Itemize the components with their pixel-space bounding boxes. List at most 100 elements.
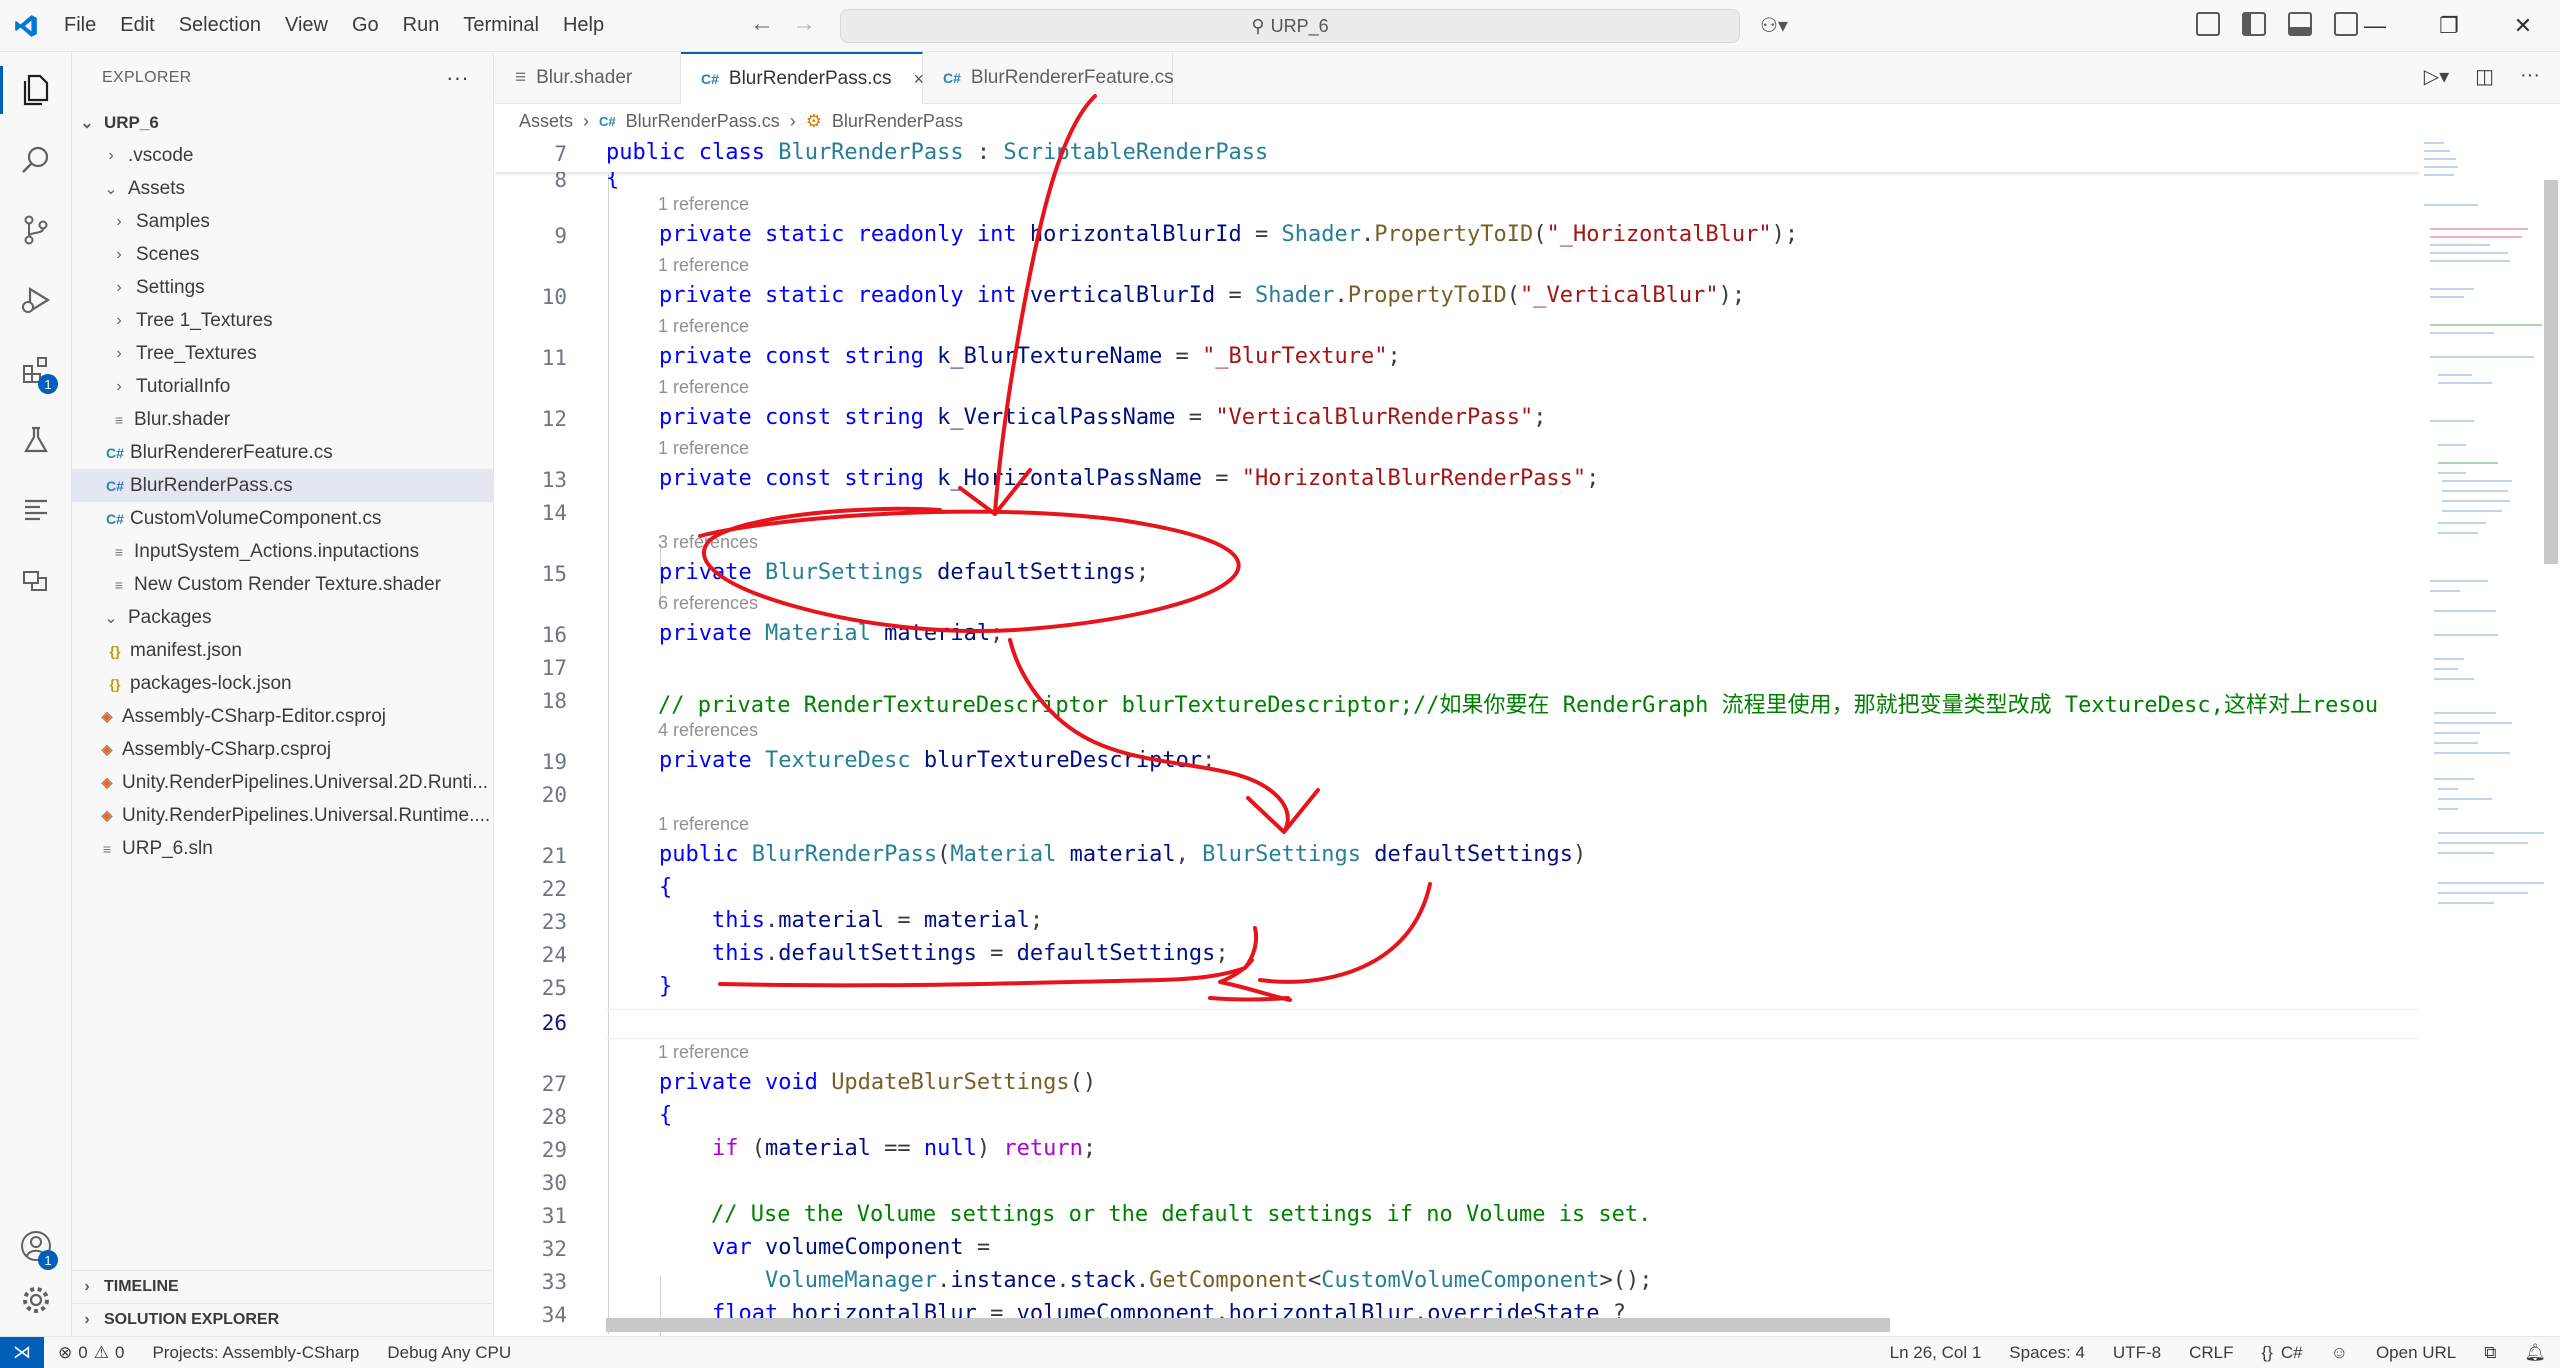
codelens-references[interactable]: 1 reference (658, 316, 749, 337)
code-editor[interactable]: 8 { 1 reference 9 private static readonl… (495, 138, 2420, 1336)
tree-item-tree-textures[interactable]: › Tree_Textures (72, 337, 494, 370)
code-line: { (658, 875, 673, 900)
timeline-section[interactable]: › TIMELINE (72, 1270, 494, 1303)
tree-item-custom-render-texture[interactable]: ≡ New Custom Render Texture.shader (72, 568, 494, 601)
eol-status[interactable]: CRLF (2175, 1343, 2247, 1363)
minimap-line (2438, 852, 2494, 854)
copilot-icon[interactable]: ⚇▾ (1760, 13, 1788, 38)
tree-item-assets[interactable]: ⌄ Assets (72, 172, 494, 205)
run-debug-icon[interactable] (0, 266, 72, 334)
customize-layout-icon[interactable] (2196, 12, 2220, 36)
explorer-icon[interactable] (0, 56, 72, 124)
minimap-line (2430, 244, 2490, 246)
tree-item-samples[interactable]: › Samples (72, 205, 494, 238)
debug-config-status[interactable]: Debug Any CPU (373, 1343, 525, 1363)
tree-item-urp-runtime[interactable]: ◈ Unity.RenderPipelines.Universal.Runtim… (72, 799, 494, 832)
copilot-status-icon[interactable]: ☺ (2317, 1343, 2362, 1363)
projects-status[interactable]: Projects: Assembly-CSharp (138, 1343, 373, 1363)
tree-item-packages[interactable]: ⌄ Packages (72, 601, 494, 634)
workspace-root[interactable]: ⌄ URP_6 (72, 106, 494, 139)
feedback-icon[interactable]: ⧉ (2470, 1343, 2510, 1363)
tree-item-urp-2d-runtime[interactable]: ◈ Unity.RenderPipelines.Universal.2D.Run… (72, 766, 494, 799)
codelens-references[interactable]: 1 reference (658, 194, 749, 215)
split-editor-icon[interactable]: ◫ (2475, 64, 2494, 89)
breadcrumb-class[interactable]: BlurRenderPass (832, 111, 963, 132)
tree-item-customvolumecomponent[interactable]: C# CustomVolumeComponent.cs (72, 502, 494, 535)
chevron-right-icon: › (116, 377, 122, 395)
remote-indicator-icon[interactable]: ⋊ (0, 1336, 44, 1368)
menu-edit[interactable]: Edit (108, 14, 166, 37)
menu-terminal[interactable]: Terminal (451, 14, 551, 37)
toggle-panel-icon[interactable] (2288, 12, 2312, 36)
tree-item-tutorialinfo[interactable]: › TutorialInfo (72, 370, 494, 403)
tree-item-blurrenderpass[interactable]: C# BlurRenderPass.cs (72, 469, 494, 502)
sticky-scroll-header[interactable]: 7 public class BlurRenderPass : Scriptab… (495, 138, 2420, 172)
tree-item-packages-lock[interactable]: {} packages-lock.json (72, 667, 494, 700)
line-number: 31 (541, 1204, 567, 1228)
indentation-status[interactable]: Spaces: 4 (1995, 1343, 2099, 1363)
title-bar: File Edit Selection View Go Run Terminal… (0, 0, 2560, 52)
menu-selection[interactable]: Selection (167, 14, 273, 37)
codelens-references[interactable]: 1 reference (658, 255, 749, 276)
tree-item-csproj-editor[interactable]: ◈ Assembly-CSharp-Editor.csproj (72, 700, 494, 733)
restore-icon[interactable]: ❐ (2412, 0, 2486, 52)
codelens-references[interactable]: 4 references (658, 720, 758, 741)
navigation-arrows: ← → (750, 10, 816, 38)
more-actions-button[interactable]: ··· (446, 65, 469, 91)
menu-view[interactable]: View (273, 14, 340, 37)
tab-blurrendererfeature[interactable]: C# BlurRendererFeature.cs (923, 52, 1174, 104)
extensions-icon[interactable]: 1 (0, 336, 72, 404)
breadcrumb-file[interactable]: BlurRenderPass.cs (626, 111, 780, 132)
notifications-bell-icon[interactable]: 🔔︎ (2510, 1343, 2560, 1363)
codelens-references[interactable]: 1 reference (658, 814, 749, 835)
menu-go[interactable]: Go (340, 14, 391, 37)
tree-item-settings[interactable]: › Settings (72, 271, 494, 304)
tab-blur-shader[interactable]: ≡ Blur.shader (495, 52, 681, 104)
toggle-sidebar-icon[interactable] (2242, 12, 2266, 36)
vertical-scroll-thumb[interactable] (2544, 180, 2558, 564)
tree-item-blur-shader[interactable]: ≡ Blur.shader (72, 403, 494, 436)
tree-item-csproj[interactable]: ◈ Assembly-CSharp.csproj (72, 733, 494, 766)
search-icon[interactable] (0, 126, 72, 194)
chevron-right-icon: › (116, 245, 122, 263)
language-mode[interactable]: {} C# (2247, 1343, 2316, 1363)
horizontal-scroll-thumb[interactable] (606, 1318, 1890, 1332)
back-arrow-icon[interactable]: ← (750, 10, 774, 38)
tree-item-manifest[interactable]: {} manifest.json (72, 634, 494, 667)
forward-arrow-icon[interactable]: → (792, 10, 816, 38)
encoding-status[interactable]: UTF-8 (2099, 1343, 2175, 1363)
code-line: private TextureDesc blurTextureDescripto… (658, 748, 1216, 773)
source-control-icon[interactable] (0, 196, 72, 264)
menu-run[interactable]: Run (391, 14, 452, 37)
remote-explorer-icon[interactable] (0, 546, 72, 614)
minimize-icon[interactable]: — (2338, 0, 2412, 52)
run-play-icon[interactable]: ▷▾ (2424, 64, 2449, 89)
more-actions-icon[interactable]: ··· (2520, 64, 2540, 89)
tree-item-inputactions[interactable]: ≡ InputSystem_Actions.inputactions (72, 535, 494, 568)
codelens-references[interactable]: 1 reference (658, 377, 749, 398)
breadcrumb-assets[interactable]: Assets (519, 111, 573, 132)
cursor-position[interactable]: Ln 26, Col 1 (1876, 1343, 1996, 1363)
manage-gear-icon[interactable] (0, 1266, 72, 1334)
menu-file[interactable]: File (52, 14, 108, 37)
tree-item-vscode[interactable]: › .vscode (72, 139, 494, 172)
outline-icon[interactable] (0, 476, 72, 544)
close-icon[interactable]: ✕ (2486, 0, 2560, 52)
tree-item-sln[interactable]: ≡ URP_6.sln (72, 832, 494, 865)
codelens-references[interactable]: 6 references (658, 593, 758, 614)
codelens-references[interactable]: 1 reference (658, 1042, 749, 1063)
solution-explorer-section[interactable]: › SOLUTION EXPLORER (72, 1303, 494, 1336)
codelens-references[interactable]: 1 reference (658, 438, 749, 459)
problems-indicator[interactable]: ⊗ 0 ⚠ 0 (44, 1343, 138, 1363)
menu-help[interactable]: Help (551, 14, 616, 37)
codelens-references[interactable]: 3 references (658, 532, 758, 553)
tab-blurrenderpass[interactable]: C# BlurRenderPass.cs × (681, 52, 924, 104)
open-url-button[interactable]: Open URL (2362, 1343, 2470, 1363)
tree-item-blurrendererfeature[interactable]: C# BlurRendererFeature.cs (72, 436, 494, 469)
extensions-badge: 1 (38, 374, 58, 394)
minimap[interactable] (2420, 138, 2544, 1336)
command-center-search[interactable]: ⚲ URP_6 (840, 9, 1740, 43)
tree-item-scenes[interactable]: › Scenes (72, 238, 494, 271)
testing-icon[interactable] (0, 406, 72, 474)
tree-item-tree1-textures[interactable]: › Tree 1_Textures (72, 304, 494, 337)
